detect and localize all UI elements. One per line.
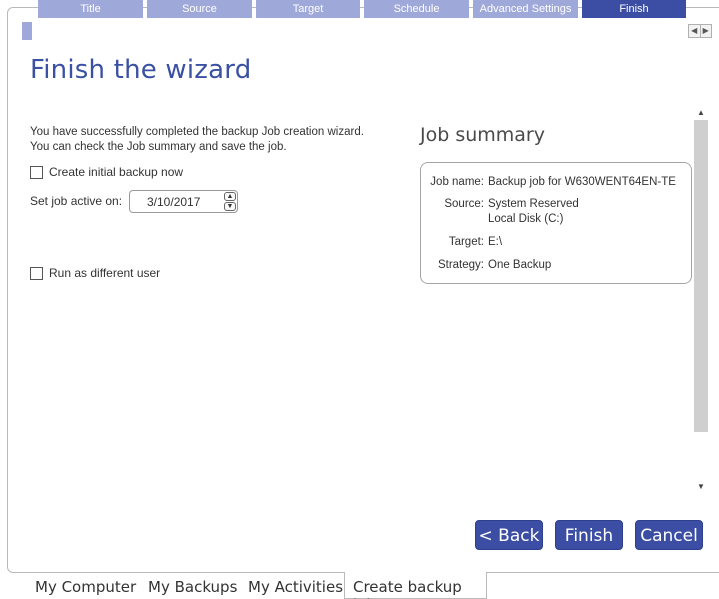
summary-title: Job summary [420, 124, 545, 146]
source-line-2: Local Disk (C:) [488, 213, 564, 225]
tab-my-computer[interactable]: My Computer [35, 578, 136, 596]
wizard-panel [7, 7, 719, 573]
source-line-1: System Reserved [488, 198, 579, 210]
spinner-down-icon[interactable]: ▼ [224, 202, 236, 211]
summary-value: One Backup [488, 259, 552, 271]
active-date-picker[interactable]: 3/10/2017 ▲ ▼ [129, 190, 238, 213]
summary-key: Strategy: [437, 259, 484, 271]
intro-text: You have successfully completed the back… [30, 125, 364, 155]
create-initial-backup-checkbox[interactable] [30, 165, 43, 179]
date-spinner: ▲ ▼ [224, 192, 236, 211]
summary-row-job-name: Job name: Backup job for W630WENT64EN-TE [421, 175, 676, 190]
finish-button[interactable]: Finish [555, 520, 623, 550]
page-title: Finish the wizard [30, 55, 252, 85]
tab-my-backups[interactable]: My Backups [148, 578, 237, 596]
step-advanced-settings[interactable]: Advanced Settings [473, 0, 578, 18]
arrow-right-icon[interactable]: ▶ [701, 25, 712, 37]
run-as-user-checkbox[interactable] [30, 266, 43, 280]
run-as-user-option[interactable]: Run as different user [30, 266, 160, 280]
bottom-tab-bar: My Computer My Backups My Activities Cre… [0, 572, 719, 599]
step-schedule[interactable]: Schedule [364, 0, 469, 18]
summary-box: Job name: Backup job for W630WENT64EN-TE… [420, 162, 692, 284]
back-button[interactable]: < Back [475, 520, 543, 550]
scroll-down-icon[interactable]: ▼ [694, 480, 708, 494]
summary-key: Job name: [430, 176, 484, 188]
create-initial-backup-option[interactable]: Create initial backup now [30, 165, 183, 179]
step-nav-arrows: ◀ ▶ [688, 24, 712, 38]
step-target[interactable]: Target [256, 0, 360, 18]
intro-line-2: You can check the Job summary and save t… [30, 141, 287, 153]
summary-value: E:\ [488, 236, 503, 248]
summary-row-target: Target: E:\ [421, 235, 502, 250]
step-title[interactable]: Title [38, 0, 143, 18]
step-bar-start [22, 22, 32, 40]
tab-create-backup-job[interactable]: Create backup job [344, 572, 487, 599]
summary-value: System Reserved Local Disk (C:) [488, 197, 579, 227]
set-active-label: Set job active on: [30, 194, 123, 208]
intro-line-1: You have successfully completed the back… [30, 126, 364, 138]
step-source[interactable]: Source [147, 0, 252, 18]
scroll-up-icon[interactable]: ▲ [694, 106, 708, 120]
scroll-thumb[interactable] [694, 120, 708, 432]
summary-key: Source: [444, 198, 484, 210]
cancel-button[interactable]: Cancel [635, 520, 703, 550]
run-as-user-label: Run as different user [49, 266, 161, 280]
summary-value: Backup job for W630WENT64EN-TE [488, 176, 676, 188]
spinner-up-icon[interactable]: ▲ [224, 192, 236, 201]
tab-my-activities[interactable]: My Activities [248, 578, 343, 596]
summary-key: Target: [448, 236, 484, 248]
active-date-value: 3/10/2017 [147, 195, 201, 209]
step-finish[interactable]: Finish [582, 0, 686, 18]
summary-row-strategy: Strategy: One Backup [421, 258, 551, 273]
summary-row-source: Source: System Reserved Local Disk (C:) [421, 197, 579, 227]
arrow-left-icon[interactable]: ◀ [689, 25, 701, 37]
vertical-scrollbar[interactable]: ▲ ▼ [694, 106, 708, 498]
create-initial-backup-label: Create initial backup now [49, 165, 184, 179]
